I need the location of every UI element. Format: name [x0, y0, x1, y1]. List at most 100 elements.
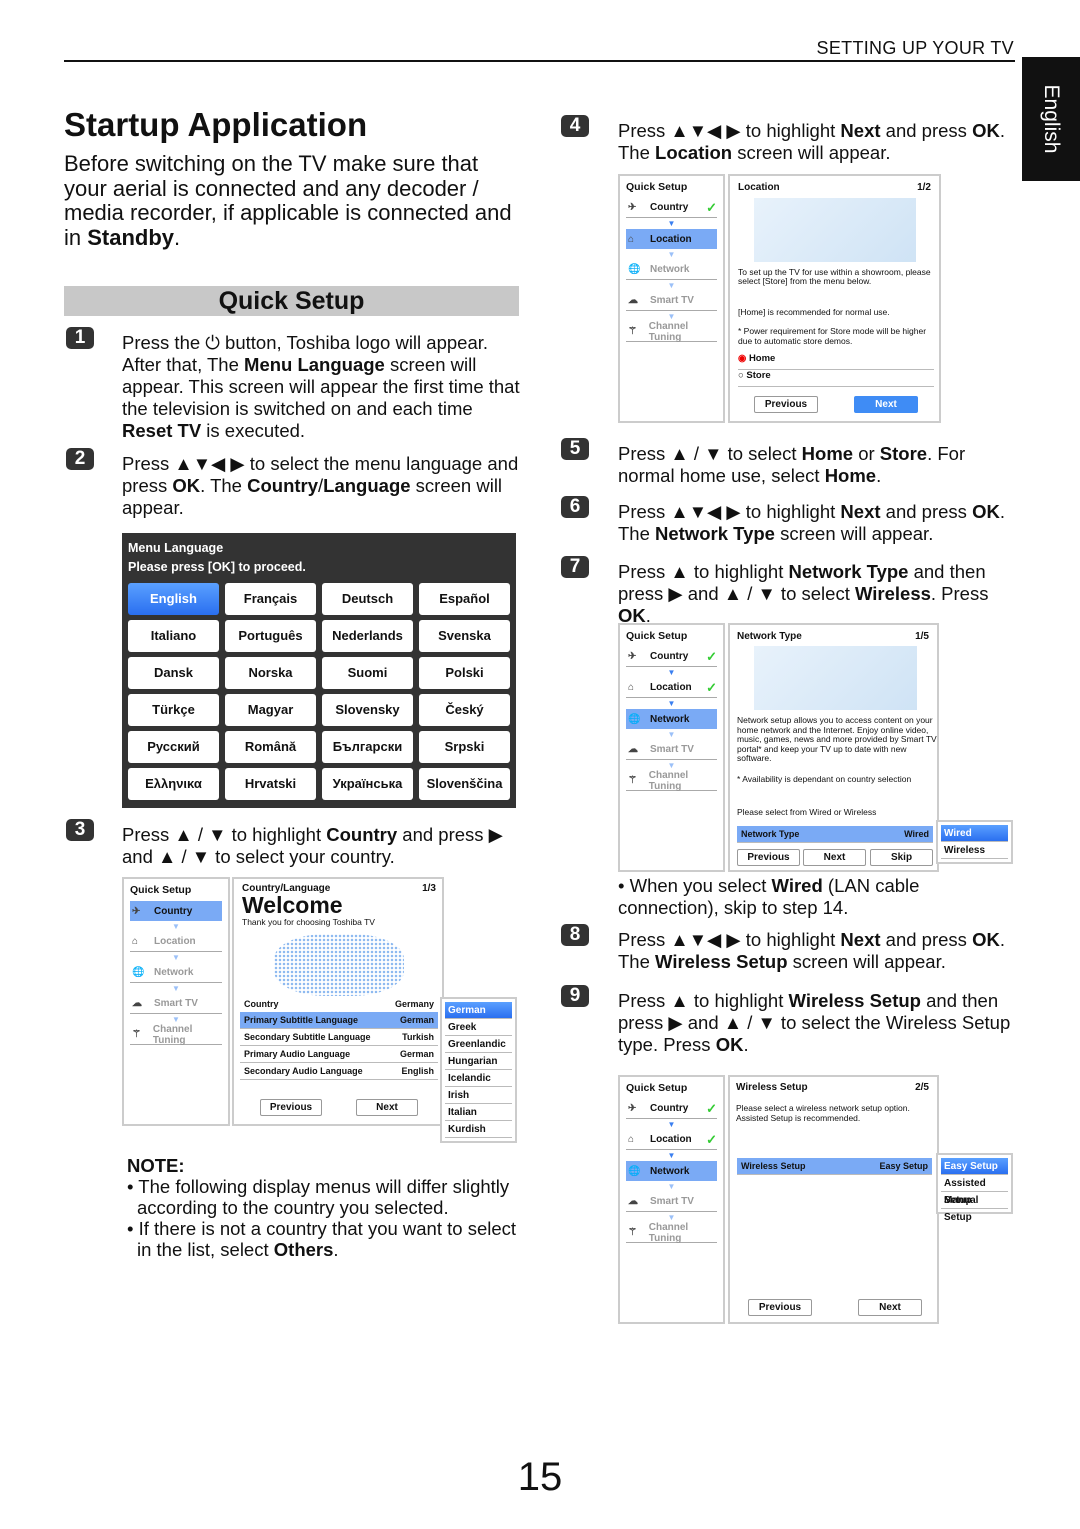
- sidebar-item-country[interactable]: ✈ Country: [130, 901, 222, 921]
- emphasis-text: OK: [972, 929, 1000, 950]
- sidebar-item-smart-tv[interactable]: ☁ Smart TV: [626, 291, 717, 311]
- language-button[interactable]: Český: [419, 694, 510, 726]
- previous-button[interactable]: Previous: [260, 1099, 322, 1116]
- language-dropdown[interactable]: German Greek Greenlandic Hungarian Icelandic…: [440, 997, 517, 1143]
- sidebar-item-country[interactable]: ✈ Country ✓: [626, 647, 717, 667]
- step-text: Press ▲▼◀ ▶ to highlight Next and press …: [618, 501, 1018, 545]
- option-store[interactable]: ○ Store: [738, 370, 934, 387]
- language-button[interactable]: Hrvatski: [225, 768, 316, 800]
- settings-row[interactable]: Primary Audio Language German: [240, 1046, 438, 1063]
- dropdown-option[interactable]: Assisted Setup: [941, 1175, 1008, 1206]
- row-value: English: [401, 1066, 434, 1076]
- skip-button[interactable]: Skip: [870, 849, 933, 866]
- text-run: screen will appear.: [774, 523, 934, 544]
- option-home[interactable]: ◉ Home: [738, 353, 934, 370]
- antenna-icon: ⚚: [628, 775, 637, 786]
- language-button[interactable]: Srpski: [419, 731, 510, 763]
- next-button[interactable]: Next: [803, 849, 866, 866]
- language-button[interactable]: Slovensky: [322, 694, 413, 726]
- previous-button[interactable]: Previous: [737, 849, 800, 866]
- network-type-row[interactable]: Network Type Wired: [737, 826, 933, 843]
- wireless-setup-dropdown[interactable]: Easy Setup Assisted Setup Manual Setup: [936, 1153, 1013, 1223]
- settings-row[interactable]: Secondary Audio Language English: [240, 1063, 438, 1080]
- dropdown-option[interactable]: Wired: [941, 825, 1008, 842]
- sidebar-item-network[interactable]: 🌐 Network: [130, 963, 222, 983]
- sidebar-item-network[interactable]: 🌐 Network: [626, 1161, 717, 1181]
- sidebar-item-location[interactable]: ⌂ Location ✓: [626, 678, 717, 698]
- emphasis-text: OK: [715, 1034, 744, 1055]
- sidebar-item-network[interactable]: 🌐 Network: [626, 709, 717, 729]
- language-button[interactable]: Nederlands: [322, 620, 413, 652]
- country-icon: ✈: [628, 1103, 637, 1114]
- language-button[interactable]: Ελληνικα: [128, 768, 219, 800]
- sidebar-item-smart-tv[interactable]: ☁ Smart TV: [130, 994, 222, 1014]
- language-button[interactable]: Norska: [225, 657, 316, 689]
- dropdown-option[interactable]: Italian: [445, 1104, 512, 1121]
- dropdown-option[interactable]: Kurdish: [445, 1121, 512, 1138]
- option-label: Store: [746, 370, 771, 381]
- sidebar-item-channel-tuning[interactable]: ⚚ Channel Tuning: [626, 1222, 717, 1244]
- language-button[interactable]: Deutsch: [322, 583, 413, 615]
- emphasis-text: Location: [655, 142, 733, 163]
- row-label: Country: [244, 998, 279, 1009]
- dropdown-option[interactable]: Greek: [445, 1019, 512, 1036]
- language-button[interactable]: Türkçe: [128, 694, 219, 726]
- language-button[interactable]: Română: [225, 731, 316, 763]
- next-button[interactable]: Next: [858, 1299, 922, 1316]
- language-button[interactable]: Suomi: [322, 657, 413, 689]
- availability-note: * Availability is dependant on country s…: [737, 774, 912, 784]
- settings-row[interactable]: Primary Subtitle Language German: [240, 1012, 438, 1029]
- dropdown-option[interactable]: Irish: [445, 1087, 512, 1104]
- dropdown-option[interactable]: Easy Setup: [941, 1158, 1008, 1175]
- language-side-tab: English: [1022, 57, 1080, 181]
- language-button[interactable]: Português: [225, 620, 316, 652]
- dropdown-option[interactable]: Greenlandic: [445, 1036, 512, 1053]
- settings-row[interactable]: Country Germany: [240, 995, 438, 1012]
- sidebar-item-smart-tv[interactable]: ☁ Smart TV: [626, 740, 717, 760]
- sidebar-item-network[interactable]: 🌐 Network: [626, 260, 717, 280]
- language-button[interactable]: Polski: [419, 657, 510, 689]
- world-map-image: [274, 934, 404, 996]
- sidebar-item-smart-tv[interactable]: ☁ Smart TV: [626, 1192, 717, 1212]
- dropdown-option[interactable]: Wireless: [941, 842, 1008, 859]
- sidebar-item-label: Smart TV: [650, 295, 694, 306]
- language-button[interactable]: Українська: [322, 768, 413, 800]
- globe-icon: 🌐: [628, 264, 641, 275]
- sidebar-item-location[interactable]: ⌂ Location ✓: [626, 1130, 717, 1150]
- sidebar-item-label: Location: [650, 682, 692, 693]
- language-button[interactable]: Svenska: [419, 620, 510, 652]
- network-type-dropdown[interactable]: Wired Wireless: [936, 820, 1013, 864]
- language-button[interactable]: Italiano: [128, 620, 219, 652]
- checkmark-icon: ✓: [706, 679, 717, 695]
- row-label: Primary Subtitle Language: [244, 1015, 359, 1025]
- language-button[interactable]: Magyar: [225, 694, 316, 726]
- row-value: Turkish: [402, 1032, 434, 1042]
- sidebar-item-country[interactable]: ✈ Country ✓: [626, 1099, 717, 1119]
- previous-button[interactable]: Previous: [748, 1299, 812, 1316]
- settings-row[interactable]: Secondary Subtitle Language Turkish: [240, 1029, 438, 1046]
- language-button[interactable]: Dansk: [128, 657, 219, 689]
- language-button[interactable]: Русский: [128, 731, 219, 763]
- sidebar-item-country[interactable]: ✈ Country ✓: [626, 198, 717, 218]
- next-button[interactable]: Next: [854, 396, 918, 413]
- dropdown-option[interactable]: Manual Setup: [941, 1192, 1008, 1223]
- language-button[interactable]: English: [128, 583, 219, 615]
- dropdown-option[interactable]: German: [445, 1002, 512, 1019]
- previous-button[interactable]: Previous: [754, 396, 818, 413]
- wireless-setup-row[interactable]: Wireless Setup Easy Setup: [737, 1158, 932, 1175]
- language-button[interactable]: Slovenščina: [419, 768, 510, 800]
- sidebar-item-location[interactable]: ⌂ Location: [130, 932, 222, 952]
- dropdown-option[interactable]: Icelandic: [445, 1070, 512, 1087]
- dropdown-option[interactable]: Hungarian: [445, 1053, 512, 1070]
- language-button[interactable]: Български: [322, 731, 413, 763]
- note-item: • If there is not a country that you wan…: [127, 1218, 522, 1260]
- antenna-icon: ⚚: [132, 1029, 141, 1040]
- next-button[interactable]: Next: [356, 1099, 418, 1116]
- language-button[interactable]: Français: [225, 583, 316, 615]
- sidebar-item-channel-tuning[interactable]: ⚚ Channel Tuning: [130, 1024, 222, 1046]
- sidebar-item-channel-tuning[interactable]: ⚚ Channel Tuning: [626, 321, 717, 343]
- language-button[interactable]: Español: [419, 583, 510, 615]
- sidebar-item-channel-tuning[interactable]: ⚚ Channel Tuning: [626, 770, 717, 792]
- sidebar-item-location[interactable]: ⌂ Location: [626, 229, 717, 249]
- sidebar-item-label: Country: [650, 651, 689, 662]
